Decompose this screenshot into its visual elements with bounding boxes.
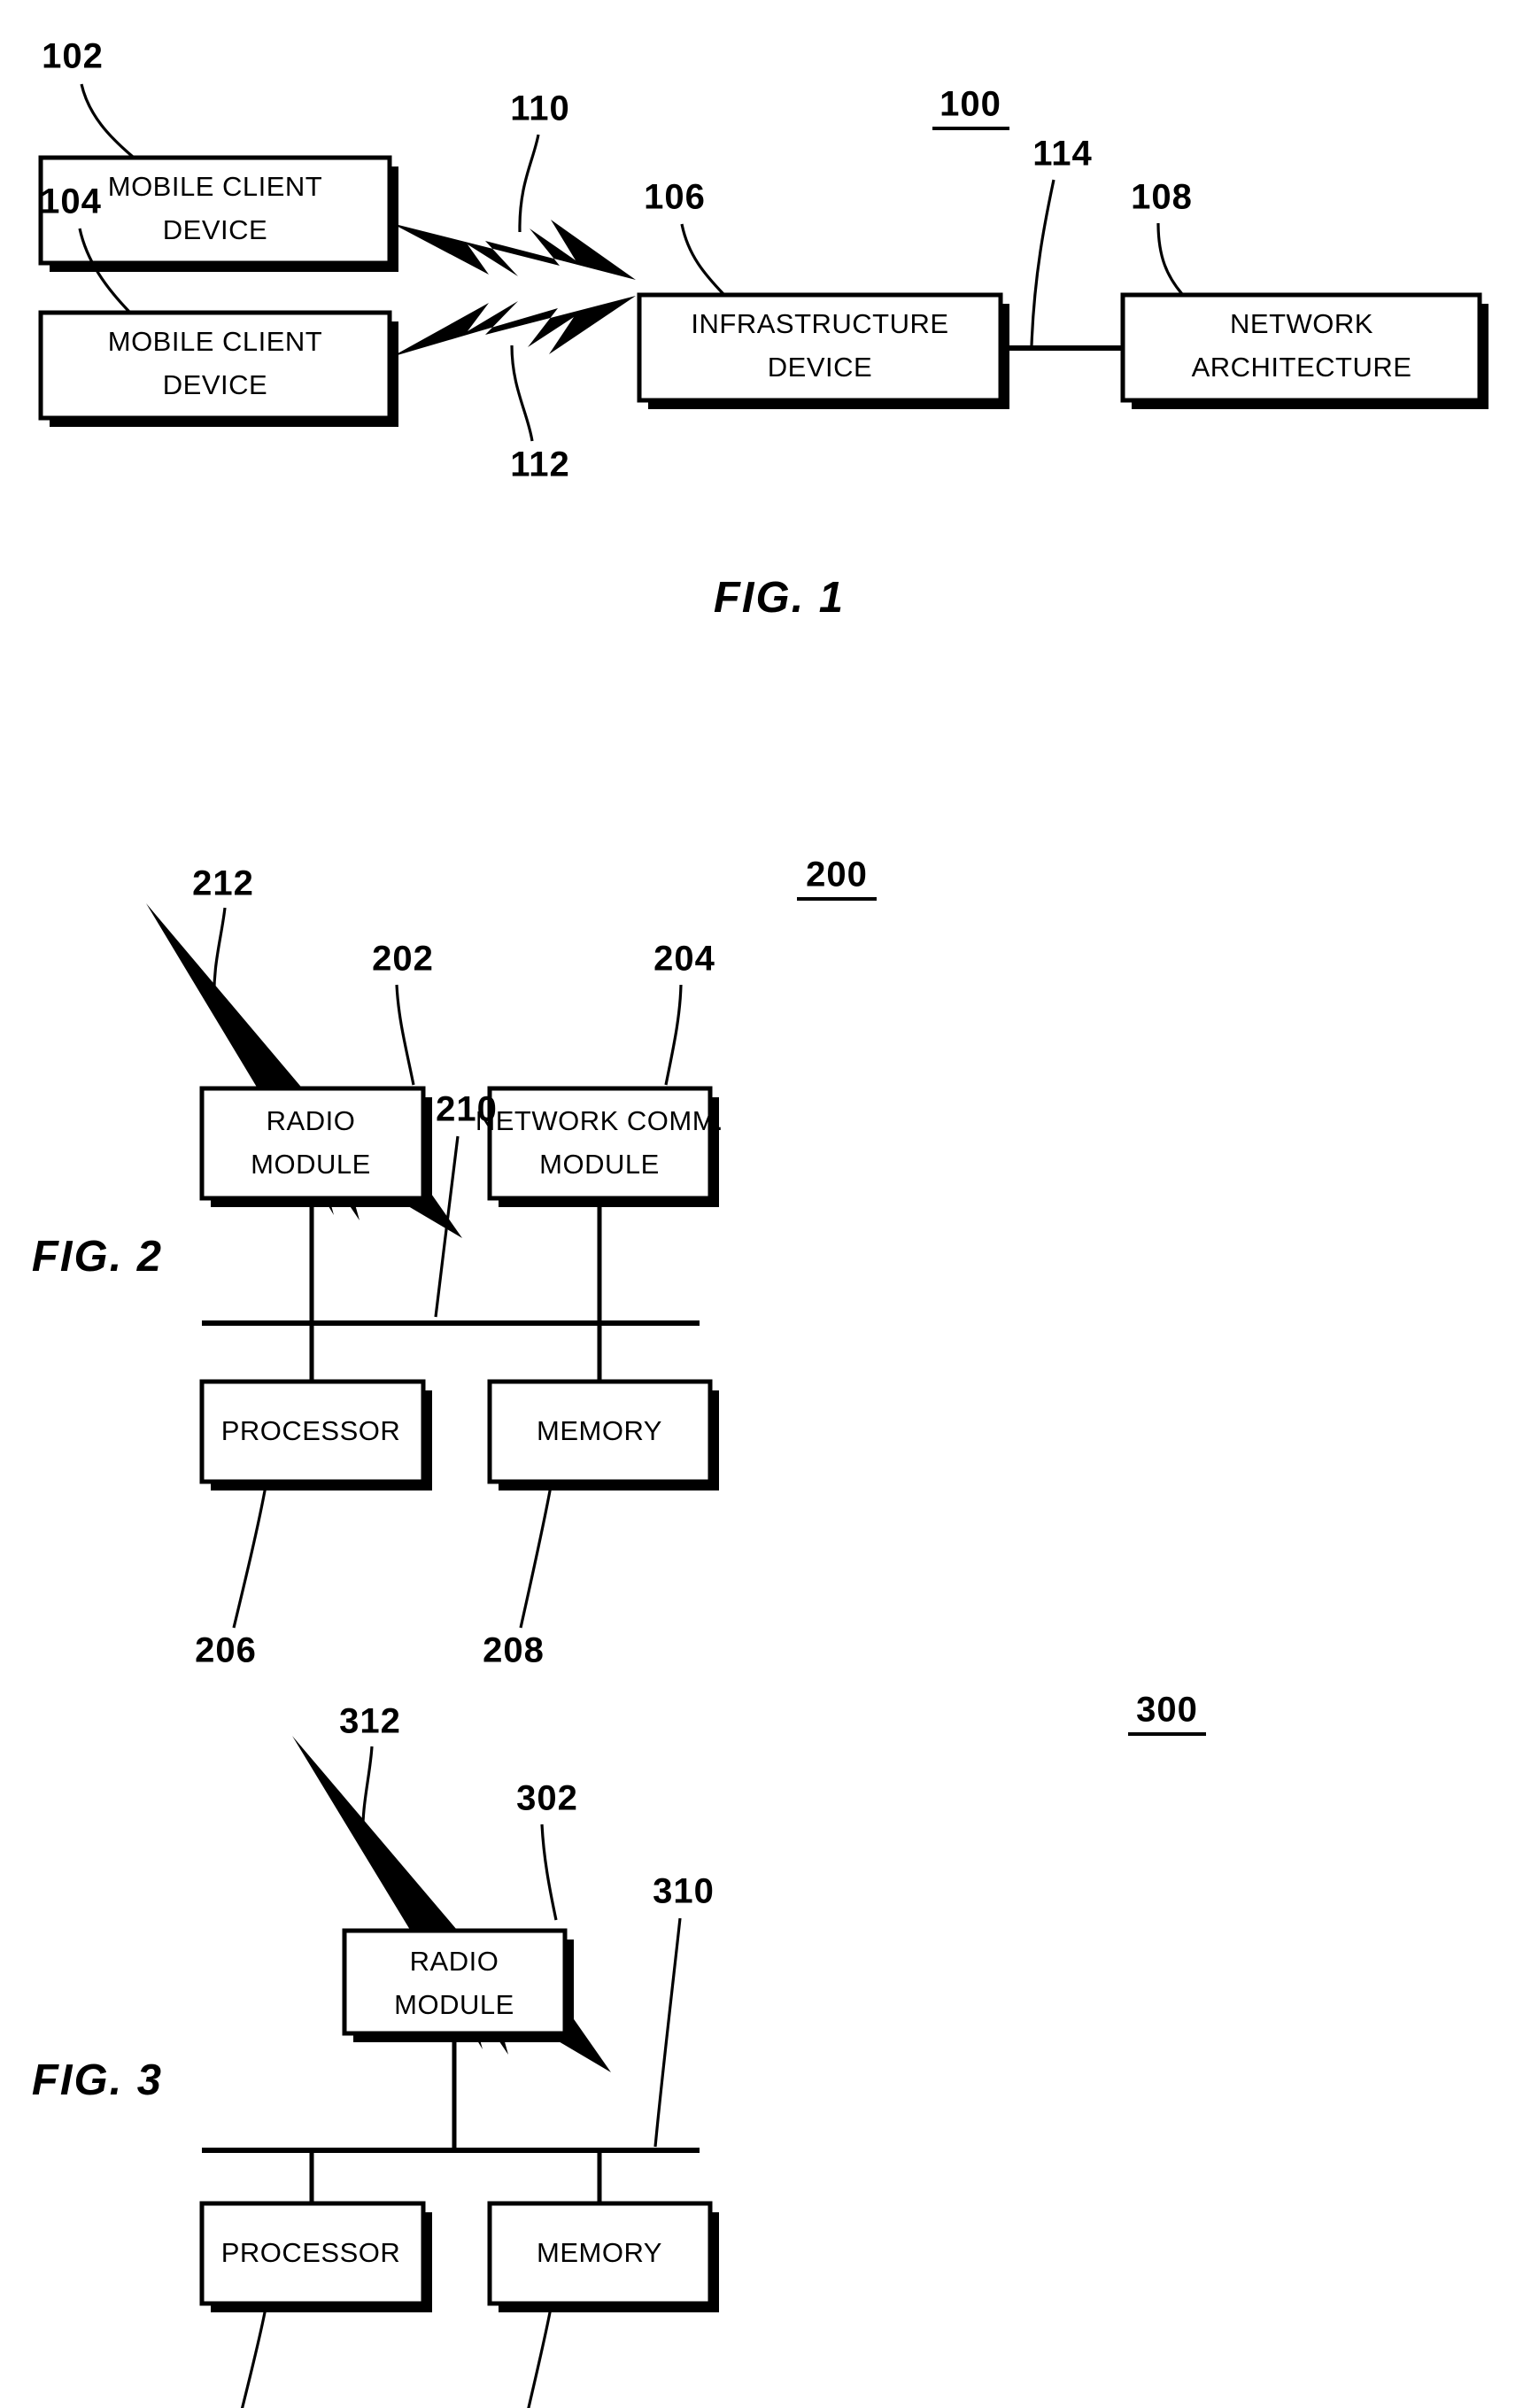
leader-line-102 (80, 83, 135, 159)
box-206-label: PROCESSOR (221, 1415, 401, 1446)
wireless-link-112: 112 (391, 296, 636, 484)
box-108-label-line1: NETWORK (1230, 308, 1373, 339)
box-104-label-line2: DEVICE (163, 369, 267, 400)
ref-label-300: 300 (1136, 1691, 1198, 1730)
ref-label-210: 210 (436, 1090, 498, 1129)
leader-line-206 (232, 1485, 267, 1629)
fig2-leader-202: 202 (372, 940, 434, 1086)
fig1-system-number: 100 (932, 85, 1009, 130)
box-radio-module-302[interactable]: RADIO MODULE (342, 1928, 574, 2042)
fig2-leader-206: 206 (195, 1485, 267, 1670)
box-mobile-client-device-104[interactable]: MOBILE CLIENT DEVICE (38, 310, 398, 427)
leader-line-110 (518, 134, 540, 233)
box-102-label-line2: DEVICE (163, 214, 267, 245)
ref-label-208: 208 (483, 1631, 545, 1670)
box-202-label-line2: MODULE (251, 1149, 371, 1180)
lightning-bolt-icon-112 (391, 296, 636, 357)
lightning-bolt-icon-110 (391, 220, 636, 280)
box-104-label-line1: MOBILE CLIENT (108, 326, 323, 357)
ref-label-102: 102 (42, 37, 104, 76)
leader-line-202 (395, 984, 415, 1086)
leader-line-306 (240, 2307, 267, 2408)
figure-2-title: FIG. 2 (32, 1233, 163, 1281)
box-108-label-line2: ARCHITECTURE (1192, 352, 1412, 383)
fig3-leader-306: 306 (240, 2307, 267, 2408)
figure-3-title: FIG. 3 (32, 2056, 163, 2104)
box-network-comm-module-204[interactable]: NETWORK COMM. MODULE (476, 1086, 723, 1207)
ref-label-112: 112 (510, 445, 570, 484)
box-106-label-line1: INFRASTRUCTURE (691, 308, 948, 339)
ref-label-106: 106 (644, 178, 706, 217)
leader-line-302 (540, 1823, 558, 1921)
fig1-leader-102: 102 (42, 37, 135, 159)
box-102-label-line1: MOBILE CLIENT (108, 171, 323, 202)
fig3-leader-302: 302 (516, 1779, 578, 1921)
box-306-label: PROCESSOR (221, 2237, 401, 2268)
box-infrastructure-device-106[interactable]: INFRASTRUCTURE DEVICE (637, 292, 1009, 409)
leader-line-106 (680, 223, 725, 296)
wired-link-114: 114 (1001, 135, 1123, 351)
ref-label-212: 212 (192, 864, 254, 903)
figure-1: 100 102 MOBILE CLIENT DEVICE 104 MOBILE … (38, 37, 1488, 622)
ref-label-312: 312 (339, 1702, 401, 1741)
patent-drawing-sheet: 100 102 MOBILE CLIENT DEVICE 104 MOBILE … (0, 0, 1531, 2408)
leader-line-310 (653, 1917, 682, 2148)
box-memory-208[interactable]: MEMORY (487, 1323, 719, 1490)
ref-label-110: 110 (510, 89, 570, 128)
fig2-system-number: 200 (797, 856, 877, 901)
box-208-label: MEMORY (537, 1415, 662, 1446)
figure-2: 200 212 202 RADIO MODULE 204 NETWORK COM… (32, 856, 877, 1670)
box-202-label-line1: RADIO (267, 1105, 356, 1136)
ref-label-100: 100 (939, 85, 1001, 124)
leader-line-114 (1030, 179, 1055, 346)
box-memory-308[interactable]: MEMORY (487, 2150, 719, 2312)
ref-label-202: 202 (372, 940, 434, 979)
ref-label-206: 206 (195, 1631, 257, 1670)
ref-label-302: 302 (516, 1779, 578, 1818)
ref-label-310: 310 (653, 1872, 715, 1911)
fig2-leader-208: 208 (483, 1485, 553, 1670)
ref-label-204: 204 (653, 940, 715, 979)
box-302-label-line2: MODULE (394, 1989, 514, 2020)
leader-line-204 (664, 984, 683, 1086)
fig3-leader-308: 308 (527, 2307, 553, 2408)
box-processor-306[interactable]: PROCESSOR (199, 2150, 432, 2312)
box-302-label-line1: RADIO (410, 1946, 499, 1977)
box-204-label-line1: NETWORK COMM. (476, 1105, 723, 1136)
ref-label-108: 108 (1131, 178, 1193, 217)
leader-line-112 (510, 345, 534, 442)
fig2-leader-204: 204 (653, 940, 715, 1086)
leader-line-108 (1156, 222, 1184, 296)
fig1-leader-108: 108 (1131, 178, 1193, 296)
figure-1-title: FIG. 1 (714, 574, 845, 622)
ref-label-104: 104 (40, 182, 102, 221)
box-204-label-line2: MODULE (539, 1149, 660, 1180)
leader-line-210 (434, 1135, 460, 1318)
box-106-label-line2: DEVICE (768, 352, 872, 383)
leader-line-308 (527, 2307, 553, 2408)
ref-label-114: 114 (1032, 135, 1093, 174)
leader-line-208 (519, 1485, 553, 1629)
box-network-architecture-108[interactable]: NETWORK ARCHITECTURE (1120, 292, 1488, 409)
figure-3: 300 312 302 RADIO MODULE 310 PROCESSOR M… (32, 1691, 1206, 2408)
fig3-system-number: 300 (1128, 1691, 1206, 1736)
wireless-link-110: 110 (391, 89, 636, 280)
box-radio-module-202[interactable]: RADIO MODULE (199, 1086, 432, 1207)
box-308-label: MEMORY (537, 2237, 662, 2268)
fig1-leader-106: 106 (644, 178, 725, 296)
ref-label-200: 200 (806, 856, 868, 894)
box-processor-206[interactable]: PROCESSOR (199, 1323, 432, 1490)
